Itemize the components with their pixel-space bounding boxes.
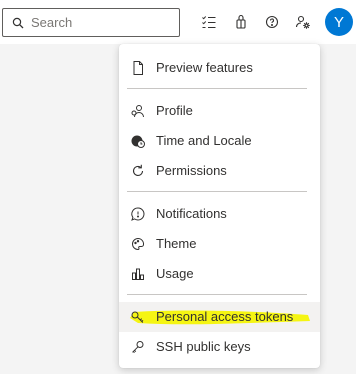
key-icon	[130, 309, 146, 325]
search-icon	[7, 17, 29, 29]
menu-item-label: Preview features	[156, 60, 253, 75]
menu-item-theme[interactable]: Theme	[119, 229, 320, 259]
menu-item-label: Profile	[156, 103, 193, 118]
menu-item-label: Theme	[156, 236, 197, 251]
document-icon	[130, 60, 146, 76]
menu-divider	[127, 88, 307, 89]
ssh-key-icon	[130, 339, 146, 355]
avatar[interactable]: Y	[325, 8, 353, 36]
menu-item-notifications[interactable]: Notifications	[119, 199, 320, 229]
user-settings-icon[interactable]	[291, 10, 315, 34]
menu-item-label: Permissions	[156, 163, 227, 178]
top-bar: Y	[0, 0, 356, 44]
checklist-icon[interactable]	[197, 10, 221, 34]
menu-item-ssh-public-keys[interactable]: SSH public keys	[119, 332, 320, 362]
menu-item-personal-access-tokens[interactable]: Personal access tokens	[119, 302, 320, 332]
refresh-icon	[130, 163, 146, 179]
menu-divider	[127, 294, 307, 295]
menu-item-permissions[interactable]: Permissions	[119, 156, 320, 186]
bar-chart-icon	[130, 266, 146, 282]
menu-divider	[127, 191, 307, 192]
comment-icon	[130, 206, 146, 222]
menu-item-usage[interactable]: Usage	[119, 259, 320, 289]
globe-clock-icon	[130, 133, 146, 149]
menu-item-label: Usage	[156, 266, 194, 281]
menu-item-time-and-locale[interactable]: Time and Locale	[119, 126, 320, 156]
menu-item-label: Notifications	[156, 206, 227, 221]
palette-icon	[130, 236, 146, 252]
menu-item-preview-features[interactable]: Preview features	[119, 53, 320, 83]
profile-icon	[130, 103, 146, 119]
search-box[interactable]	[2, 8, 180, 37]
menu-item-label: Time and Locale	[156, 133, 252, 148]
search-input[interactable]	[29, 15, 171, 30]
menu-item-profile[interactable]: Profile	[119, 96, 320, 126]
user-settings-menu: Preview features Profile Time and Locale…	[119, 44, 320, 368]
help-icon[interactable]	[260, 10, 284, 34]
menu-item-label: Personal access tokens	[156, 309, 294, 324]
menu-item-label: SSH public keys	[156, 339, 251, 354]
shopping-bag-icon[interactable]	[229, 10, 253, 34]
